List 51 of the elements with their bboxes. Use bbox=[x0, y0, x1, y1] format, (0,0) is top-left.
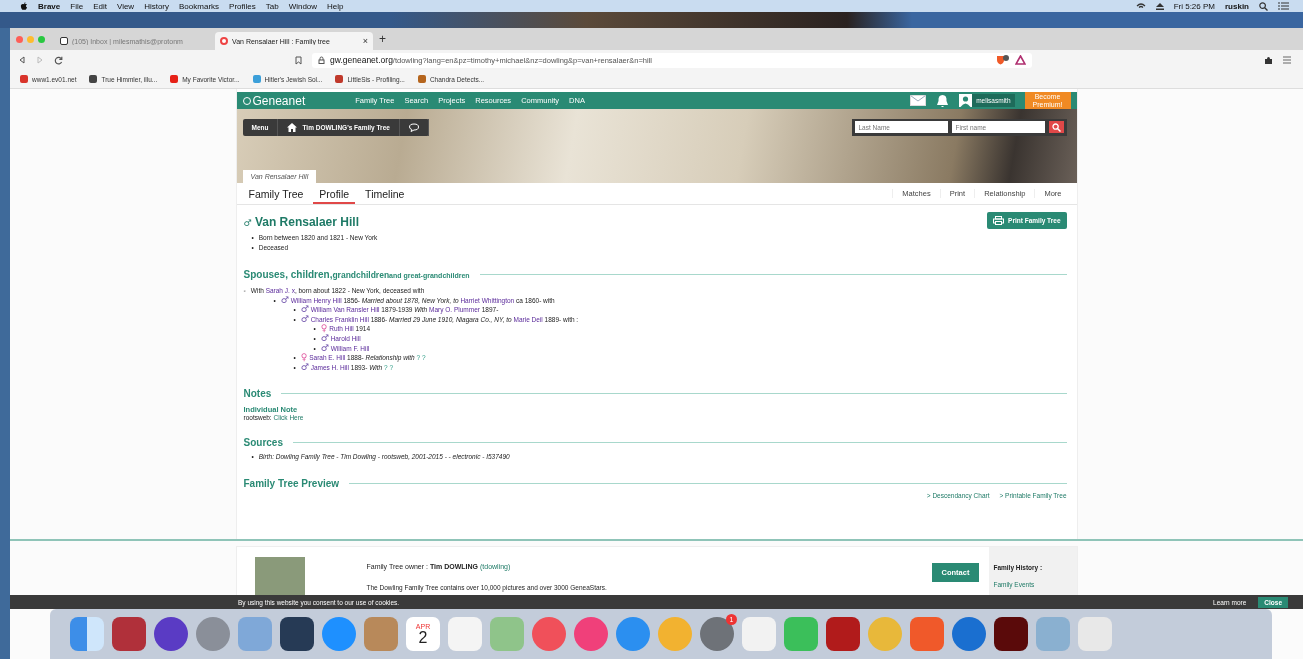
menu-item[interactable]: File bbox=[70, 1, 84, 11]
clock[interactable]: Fri 5:26 PM bbox=[1173, 1, 1215, 11]
bookmark-icon[interactable] bbox=[295, 55, 302, 65]
speech-bubble-icon bbox=[408, 123, 419, 132]
eject-icon[interactable] bbox=[1155, 2, 1164, 10]
triangle-icon[interactable] bbox=[1015, 55, 1026, 65]
finder-icon[interactable] bbox=[70, 617, 104, 651]
geneanet-logo[interactable]: Geneanet bbox=[242, 93, 306, 108]
home-icon bbox=[287, 123, 298, 132]
app-menu[interactable]: Brave bbox=[38, 1, 61, 11]
menu-item[interactable]: View bbox=[116, 1, 135, 11]
wifi-icon[interactable] bbox=[1135, 3, 1146, 9]
page-tab[interactable]: Family Tree bbox=[242, 183, 310, 204]
menu-item[interactable]: Profiles bbox=[229, 1, 256, 11]
menu-icon[interactable] bbox=[1283, 56, 1291, 64]
shield-icon[interactable] bbox=[996, 55, 1010, 65]
person-name: ♂ Van Rensalaer Hill bbox=[243, 215, 359, 229]
page-tab[interactable]: Profile bbox=[313, 183, 356, 204]
printer-icon bbox=[993, 215, 1005, 225]
close-tab-button[interactable]: × bbox=[362, 36, 368, 46]
menu-item[interactable]: Window bbox=[288, 1, 318, 11]
reload-icon[interactable] bbox=[54, 55, 63, 65]
app-icon[interactable] bbox=[994, 617, 1028, 651]
forward-icon[interactable] bbox=[36, 56, 44, 64]
lock-icon bbox=[318, 56, 325, 64]
back-icon[interactable] bbox=[18, 56, 26, 64]
menu-item[interactable]: History bbox=[144, 1, 170, 11]
section-heading: Sources bbox=[243, 437, 283, 449]
photo-placeholder bbox=[254, 557, 305, 597]
page-tab[interactable]: Timeline bbox=[359, 183, 411, 204]
menu-item[interactable]: Tab bbox=[265, 1, 279, 11]
search-button[interactable] bbox=[1048, 121, 1064, 133]
close-window-icon[interactable] bbox=[16, 35, 23, 43]
site-favicon-icon bbox=[220, 37, 228, 45]
menu-item[interactable]: Bookmarks bbox=[179, 1, 220, 11]
user-name[interactable]: ruskin bbox=[1225, 1, 1249, 11]
app-icon[interactable] bbox=[826, 617, 860, 651]
zoom-window-icon[interactable] bbox=[38, 35, 45, 43]
app-icon[interactable] bbox=[280, 617, 314, 651]
list-icon[interactable] bbox=[1278, 2, 1289, 10]
apple-icon[interactable] bbox=[20, 1, 28, 11]
menu-item[interactable]: Help bbox=[327, 1, 344, 11]
search-icon[interactable] bbox=[1259, 1, 1268, 11]
section-heading: Notes bbox=[243, 388, 272, 400]
section-heading: Family Tree Preview bbox=[243, 478, 340, 490]
app-icon[interactable] bbox=[154, 617, 188, 651]
search-icon bbox=[1051, 122, 1061, 132]
new-tab-button[interactable]: + bbox=[379, 32, 386, 46]
menu-item[interactable]: Edit bbox=[93, 1, 107, 11]
app-icon[interactable] bbox=[112, 617, 146, 651]
bell-icon[interactable] bbox=[936, 93, 950, 108]
